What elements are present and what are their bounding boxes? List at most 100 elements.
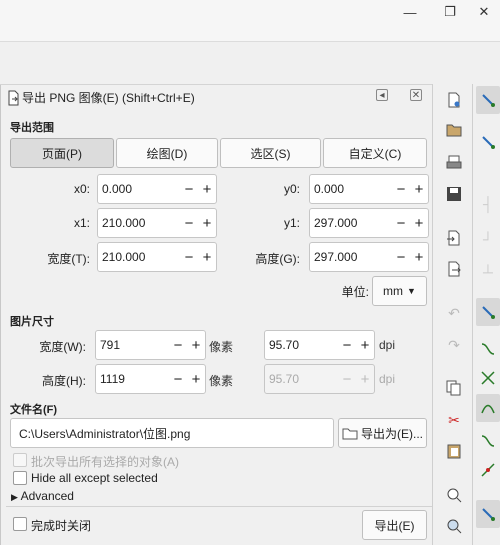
snap-smooth-icon[interactable] bbox=[476, 426, 500, 454]
y0-input[interactable]: 0.000 − + bbox=[309, 174, 429, 204]
cut-icon[interactable]: ✂ bbox=[444, 410, 464, 430]
image-height-input[interactable]: 1119 − + bbox=[95, 364, 206, 394]
export-as-button[interactable]: 导出为(E)... bbox=[338, 418, 427, 448]
dpi-y-minus-button: − bbox=[342, 370, 352, 388]
triangle-right-icon: ▶ bbox=[11, 492, 18, 502]
hide-all-label: Hide all except selected bbox=[31, 471, 158, 485]
dpi-x-minus-button[interactable]: − bbox=[338, 337, 356, 354]
filename-input[interactable]: C:\Users\Administrator\位图.png bbox=[10, 418, 334, 448]
area-height-input[interactable]: 297.000 − + bbox=[309, 242, 429, 272]
image-height-label: 高度(H): bbox=[42, 374, 86, 388]
image-height-unit: 像素 bbox=[209, 374, 234, 388]
advanced-label: Advanced bbox=[20, 489, 74, 503]
snap-toggle-icon[interactable] bbox=[476, 86, 500, 114]
close-dock-icon[interactable]: ✕ bbox=[410, 89, 422, 101]
advanced-expander[interactable]: ▶ Advanced bbox=[11, 489, 74, 503]
snap-edge-icon: ┤ bbox=[483, 196, 493, 212]
snap-others-icon[interactable] bbox=[476, 500, 500, 528]
hide-all-checkbox[interactable] bbox=[13, 471, 27, 485]
y0-value: 0.000 bbox=[314, 182, 345, 196]
collapse-dock-icon[interactable]: ◂ bbox=[376, 89, 388, 101]
image-width-minus-button[interactable]: − bbox=[169, 337, 187, 354]
dpi-x-value: 95.70 bbox=[269, 338, 300, 352]
print-icon[interactable] bbox=[444, 153, 464, 173]
export-file-icon bbox=[8, 90, 19, 105]
close-window-icon[interactable]: ✕ bbox=[464, 0, 500, 24]
close-when-done-label: 完成时关闭 bbox=[31, 519, 92, 533]
tab-page[interactable]: 页面(P) bbox=[10, 138, 114, 168]
area-width-minus-button[interactable]: − bbox=[180, 249, 198, 266]
zoom-selection-icon[interactable] bbox=[444, 485, 464, 505]
y0-label: y0: bbox=[283, 182, 300, 196]
undo-icon: ↶ bbox=[448, 304, 460, 321]
x1-value: 210.000 bbox=[102, 216, 146, 230]
commands-bar-divider bbox=[432, 84, 433, 545]
image-size-heading: 图片尺寸 bbox=[10, 316, 54, 328]
open-folder-icon[interactable] bbox=[444, 120, 464, 140]
area-width-label: 宽度(T): bbox=[47, 252, 90, 266]
x1-input[interactable]: 210.000 − + bbox=[97, 208, 217, 238]
area-width-input[interactable]: 210.000 − + bbox=[97, 242, 217, 272]
batch-export-checkbox bbox=[13, 453, 27, 467]
units-label: 单位: bbox=[341, 285, 369, 299]
export-as-label: 导出为(E)... bbox=[361, 426, 423, 441]
x0-minus-button[interactable]: − bbox=[180, 181, 198, 198]
dpi-y-value: 95.70 bbox=[269, 372, 300, 386]
import-icon[interactable] bbox=[444, 228, 464, 248]
image-width-plus-button[interactable]: + bbox=[187, 337, 205, 354]
area-height-minus-button[interactable]: − bbox=[392, 249, 410, 266]
snap-intersection-icon[interactable] bbox=[476, 364, 500, 392]
image-width-input[interactable]: 791 − + bbox=[95, 330, 206, 360]
dpi-x-plus-button[interactable]: + bbox=[356, 337, 374, 354]
y1-input[interactable]: 297.000 − + bbox=[309, 208, 429, 238]
snap-bar-divider bbox=[472, 84, 473, 545]
dpi-x-input[interactable]: 95.70 − + bbox=[264, 330, 375, 360]
y1-value: 297.000 bbox=[314, 216, 358, 230]
tab-drawing[interactable]: 绘图(D) bbox=[116, 138, 218, 168]
dialog-title: 导出 PNG 图像(E) (Shift+Ctrl+E) bbox=[6, 89, 195, 106]
batch-export-label: 批次导出所有选择的对象(A) bbox=[31, 455, 179, 469]
export-button[interactable]: 导出(E) bbox=[362, 510, 427, 540]
x0-input[interactable]: 0.000 − + bbox=[97, 174, 217, 204]
snap-center-icon: ┴ bbox=[483, 264, 493, 280]
y1-minus-button[interactable]: − bbox=[392, 215, 410, 232]
export-icon[interactable] bbox=[444, 259, 464, 279]
image-width-value: 791 bbox=[100, 338, 121, 352]
units-select[interactable]: mm ▼ bbox=[372, 276, 427, 306]
snap-midpoint-icon[interactable] bbox=[476, 456, 500, 484]
image-height-minus-button[interactable]: − bbox=[169, 371, 187, 388]
copy-icon[interactable] bbox=[444, 378, 464, 398]
dpi-y-unit: dpi bbox=[379, 372, 396, 386]
snap-nodes-icon[interactable] bbox=[476, 298, 500, 326]
tab-selection[interactable]: 选区(S) bbox=[220, 138, 321, 168]
dock-edge bbox=[0, 85, 4, 545]
y1-plus-button[interactable]: + bbox=[410, 215, 428, 232]
y0-minus-button[interactable]: − bbox=[392, 181, 410, 198]
folder-icon bbox=[342, 428, 358, 439]
area-height-value: 297.000 bbox=[314, 250, 358, 264]
new-document-icon[interactable] bbox=[444, 90, 464, 110]
save-icon[interactable] bbox=[444, 184, 464, 204]
snap-corner-icon: ┘ bbox=[483, 231, 493, 247]
image-height-plus-button[interactable]: + bbox=[187, 371, 205, 388]
snap-bbox-icon[interactable] bbox=[476, 128, 500, 156]
filename-value: C:\Users\Administrator\位图.png bbox=[19, 426, 191, 441]
y1-label: y1: bbox=[283, 216, 300, 230]
x1-minus-button[interactable]: − bbox=[180, 215, 198, 232]
paste-icon[interactable] bbox=[444, 441, 464, 461]
minimize-icon[interactable]: — bbox=[390, 0, 430, 24]
dpi-y-plus-button: + bbox=[360, 370, 370, 388]
dpi-x-unit: dpi bbox=[379, 338, 396, 352]
x0-value: 0.000 bbox=[102, 182, 133, 196]
image-width-label: 宽度(W): bbox=[39, 340, 86, 354]
x0-label: x0: bbox=[73, 182, 90, 196]
snap-cusp-icon[interactable] bbox=[476, 394, 500, 422]
y0-plus-button[interactable]: + bbox=[410, 181, 428, 198]
snap-path-icon[interactable] bbox=[476, 334, 500, 362]
area-height-label: 高度(G): bbox=[255, 252, 300, 266]
tab-custom[interactable]: 自定义(C) bbox=[323, 138, 427, 168]
close-when-done-checkbox[interactable] bbox=[13, 517, 27, 531]
zoom-drawing-icon[interactable] bbox=[444, 516, 464, 536]
area-height-plus-button[interactable]: + bbox=[410, 249, 428, 266]
footer-divider bbox=[6, 506, 432, 507]
